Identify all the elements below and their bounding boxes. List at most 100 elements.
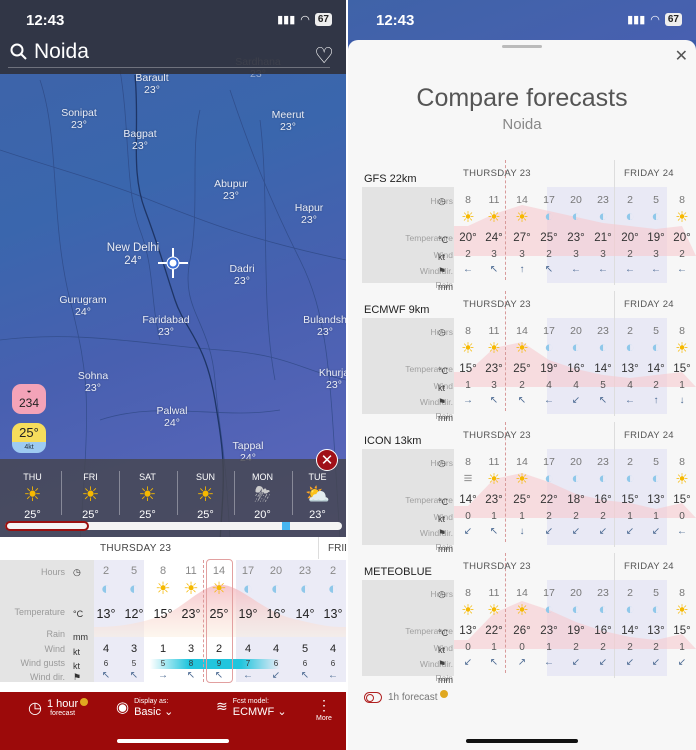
display-value: Basic [134, 706, 161, 718]
toggle-switch[interactable] [364, 692, 382, 703]
close-icon[interactable]: ✕ [675, 46, 688, 66]
sun-icon: ☀ [675, 602, 689, 619]
temp-cell: 15° [673, 363, 691, 375]
clock-icon: ◷ [438, 458, 446, 468]
wind-cell: 1 [679, 642, 685, 653]
chevron-down-icon: ⌄ [164, 706, 174, 718]
rain-unit: mm [73, 632, 88, 642]
moon-icon: ◐ [651, 208, 661, 225]
forecast-model-button[interactable]: ≋ Fcst model: ECMWF ⌄ [216, 698, 287, 718]
timeline-selection[interactable] [5, 521, 89, 531]
hour-cell: 2 [627, 587, 633, 599]
temp-cell: 16° [594, 494, 612, 506]
wind-cell: 0 [465, 511, 471, 522]
hour-cell: 20 [570, 587, 582, 599]
more-button[interactable]: ⋮ More [316, 698, 332, 722]
wind-dir-arrow-icon: ↗ [517, 657, 527, 668]
flag-icon: ⚑ [438, 397, 447, 407]
temp-cell: 13° [621, 363, 639, 375]
aqi-badge[interactable]: ◒ 234 [12, 384, 46, 414]
hour-cell: 14 [516, 325, 528, 337]
status-time: 12:43 [26, 12, 65, 29]
moon-icon: ◐ [571, 208, 581, 225]
location-crosshair-icon[interactable] [158, 248, 188, 278]
temp-cell: 25° [513, 363, 531, 375]
day-sun[interactable]: SUN ☀ 25° [177, 459, 234, 521]
wind-dir-arrow-icon: ↖ [489, 657, 499, 668]
city-label: Bulandsh 23° [303, 314, 346, 338]
wind-cell: 3 [519, 249, 525, 260]
hour-cell: 14 [516, 456, 528, 468]
temp-cell: 20° [621, 232, 639, 244]
gust-cell: 7 [245, 659, 251, 668]
wind-dir-arrow-icon: ↖ [129, 670, 139, 681]
sun-icon: ☀ [515, 340, 529, 357]
close-forecast-button[interactable]: ✕ [316, 449, 338, 471]
home-indicator [117, 739, 229, 743]
display-as-button[interactable]: ◉ Display as: Basic ⌄ [116, 698, 173, 718]
row-label-hours: Hours [40, 567, 65, 577]
model-block-gfs-22km: GFS 22km THURSDAY 23 FRIDAY 24 Hours ◷ T… [362, 160, 696, 292]
temp-wind-badge[interactable]: 25° 4kt [12, 423, 46, 453]
temp-cell: 14° [295, 607, 315, 621]
temp-unit[interactable]: °C [73, 609, 83, 619]
day-sat[interactable]: SAT ☀ 25° [119, 459, 176, 521]
day-thu[interactable]: THU ☀ 25° [4, 459, 61, 521]
day-mon[interactable]: MON ⛈ 20° [234, 459, 291, 521]
gust-cell: 5 [131, 659, 137, 668]
wind-dir-arrow-icon: ← [328, 670, 338, 681]
wind-dir-arrow-icon: ↙ [571, 657, 581, 668]
flag-icon: ⚑ [438, 266, 447, 276]
gust-cell: 5 [160, 659, 166, 668]
partly-cloudy-icon: ⛅ [305, 484, 330, 506]
model-label: Fcst model: [232, 698, 269, 705]
search-underline [8, 67, 330, 68]
model-block-meteoblue: METEOBLUE THURSDAY 23 FRIDAY 24 Hours ◷ … [362, 553, 696, 685]
city-label: Hapur 23° [294, 202, 324, 226]
status-icons: ▮▮▮ ◠ 67 [277, 13, 332, 26]
day-header: FRIDAY 24 [624, 430, 674, 441]
wind-dir-arrow-icon: ↙ [625, 657, 635, 668]
temp-cell: 25° [513, 494, 531, 506]
search-bar[interactable]: Noida [10, 40, 89, 64]
wind-cell: 3 [491, 249, 497, 260]
temp-value: 25° [12, 423, 46, 442]
day-fri[interactable]: FRI ☀ 25° [62, 459, 119, 521]
temp-cell: 25° [540, 232, 558, 244]
wind-dir-arrow-icon: ↖ [517, 395, 527, 406]
hour-cell: 11 [488, 194, 500, 206]
wind-cell: 1 [159, 643, 167, 655]
sun-icon: ☀ [675, 340, 689, 357]
forecast-step-button[interactable]: ◷ 1 hour forecast [28, 698, 89, 718]
search-location[interactable]: Noida [34, 40, 89, 64]
hourly-forecast-table[interactable]: THURSDAY 23 FRID Hours ◷ Temperature °C … [0, 537, 346, 692]
wind-cell: 2 [600, 511, 606, 522]
day-name: SAT [139, 472, 156, 482]
compare-screen: 12:43 ▮▮▮ ◠ 67 ✕ Compare forecasts Noida… [348, 0, 696, 750]
signal-icon: ▮▮▮ [277, 14, 296, 26]
temp-cell: 13° [459, 625, 477, 637]
day-header: THURSDAY 23 [100, 543, 172, 554]
hour-cell: 5 [653, 194, 659, 206]
temp-cell: 23° [485, 363, 503, 375]
city-label: Abupur 23° [214, 178, 248, 202]
wind-dir-arrow-icon: ↙ [598, 657, 608, 668]
sun-icon: ☀ [461, 209, 475, 226]
temp-cell: 23° [567, 232, 585, 244]
favorite-heart-icon[interactable]: ♡ [314, 43, 334, 69]
timeline-scrollbar[interactable] [5, 521, 342, 531]
hourly-forecast-toggle[interactable]: 1h forecast [364, 689, 449, 703]
flag-icon: ⚑ [73, 672, 82, 682]
wind-dir-arrow-icon: ↙ [651, 526, 661, 537]
day-tue[interactable]: TUE ⛅ 23° [289, 459, 346, 521]
sheet-grabber[interactable] [502, 45, 542, 48]
wind-cell: 1 [546, 642, 552, 653]
temp-cell: 14° [594, 363, 612, 375]
city-label: Meerut 23° [271, 109, 305, 133]
hour-cell: 17 [241, 565, 255, 577]
wind-cell: 3 [653, 249, 659, 260]
day-header: FRIDAY 24 [624, 168, 674, 179]
wind-dir-arrow-icon: ← [625, 395, 635, 406]
city-label: Dadri 23° [229, 263, 255, 287]
moon-icon: ◐ [625, 470, 635, 487]
